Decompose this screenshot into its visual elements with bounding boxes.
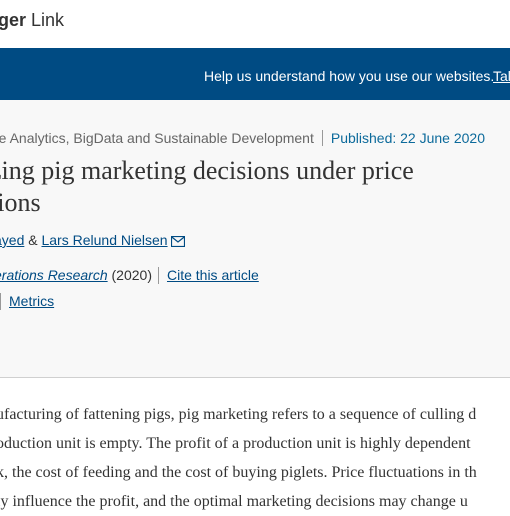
title-line-1: zing pig marketing decisions under price xyxy=(0,156,414,185)
springer-link-logo[interactable]: ger Link xyxy=(0,10,64,31)
article-meta: re Analytics, BigData and Sustainable De… xyxy=(0,130,485,146)
published-date: Published: 22 June 2020 xyxy=(330,130,485,146)
abstract-line: k, the cost of feeding and the cost of b… xyxy=(0,464,477,481)
author-link[interactable]: ayed xyxy=(0,232,24,248)
divider xyxy=(0,293,1,310)
header-bar: ger Link xyxy=(0,0,510,49)
cookie-banner-link[interactable]: Tal xyxy=(493,68,510,84)
abstract-line: ufacturing of fattening pigs, pig market… xyxy=(0,406,477,423)
mail-icon[interactable] xyxy=(170,234,185,250)
cookie-banner: Help us understand how you use our websi… xyxy=(0,48,510,100)
author-separator: & xyxy=(28,232,38,248)
title-line-2: tions xyxy=(0,188,41,217)
abstract-text: ufacturing of fattening pigs, pig market… xyxy=(0,400,510,516)
author-list: ayed & Lars Relund Nielsen xyxy=(0,232,185,250)
publication-year: (2020) xyxy=(107,267,152,283)
section-link[interactable]: re Analytics, BigData and Sustainable De… xyxy=(0,130,314,146)
abstract-line: oduction unit is empty. The profit of a … xyxy=(0,435,471,452)
journal-info: erations Research (2020) Cite this articl… xyxy=(0,267,259,284)
author-link[interactable]: Lars Relund Nielsen xyxy=(41,232,167,248)
abstract-line: ly influence the profit, and the optimal… xyxy=(0,493,468,510)
cookie-banner-text: Help us understand how you use our websi… xyxy=(204,68,495,84)
article-header: re Analytics, BigData and Sustainable De… xyxy=(0,100,510,378)
journal-link[interactable]: erations Research xyxy=(0,267,108,283)
article-title: zing pig marketing decisions under price… xyxy=(0,155,510,219)
divider xyxy=(157,267,159,284)
metrics-row: Metrics xyxy=(0,293,54,310)
cite-article-link[interactable]: Cite this article xyxy=(167,267,259,283)
divider xyxy=(321,130,323,146)
metrics-link[interactable]: Metrics xyxy=(9,293,54,309)
